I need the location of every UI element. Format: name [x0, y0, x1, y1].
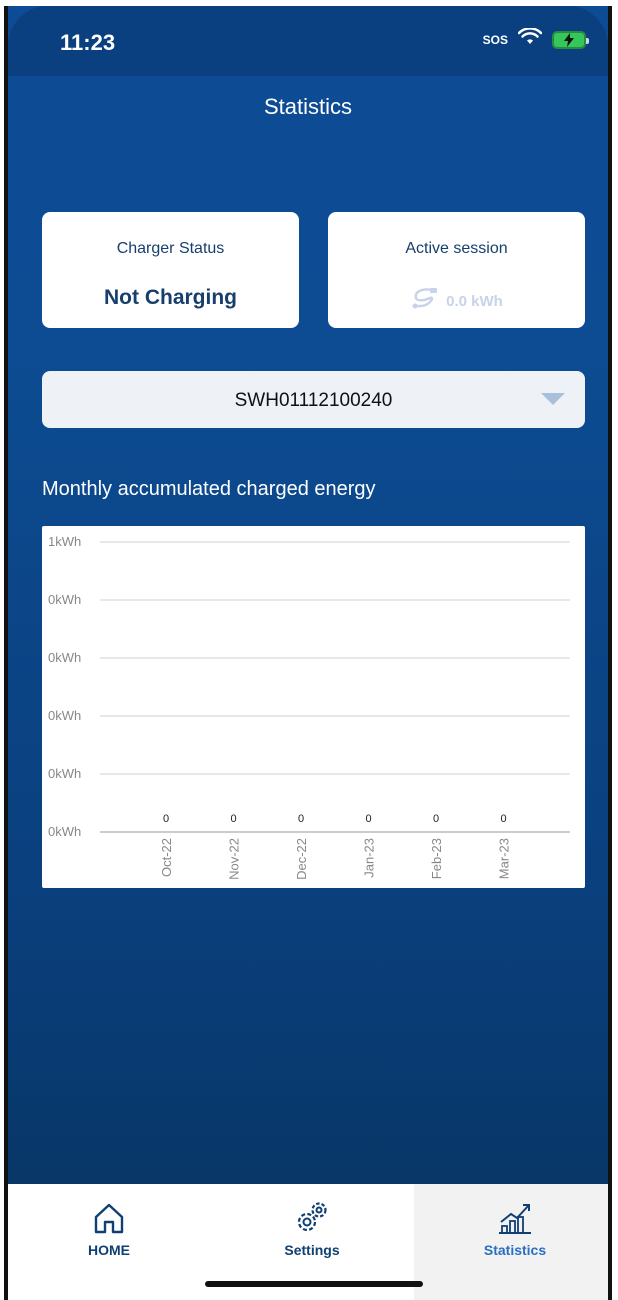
phone-frame: 11:23 SOS Statistics Charger Status Not … — [0, 0, 618, 1300]
x-tick-label: Jan-23 — [362, 838, 377, 878]
chevron-down-icon[interactable] — [541, 393, 565, 405]
y-tick-label: 0kWh — [48, 766, 81, 781]
x-tick-label: Feb-23 — [429, 838, 444, 879]
charging-cable-icon — [410, 286, 440, 316]
wifi-icon — [517, 27, 543, 51]
bar-value-label: 0 — [163, 813, 169, 825]
chart-section-title: Monthly accumulated charged energy — [42, 478, 376, 500]
bar-value-label: 0 — [365, 813, 371, 825]
x-tick-label: Mar-23 — [497, 838, 512, 879]
y-tick-label: 0kWh — [48, 824, 81, 839]
battery-icon — [552, 30, 589, 49]
y-tick-label: 0kWh — [48, 650, 81, 665]
home-icon — [91, 1200, 127, 1241]
tab-statistics-label: Statistics — [483, 1242, 547, 1258]
gear-icon — [292, 1200, 332, 1241]
home-indicator — [205, 1281, 423, 1287]
chart-canvas: 1kWh 0kWh 0kWh 0kWh 0kWh 0kWh 0 Oct-22 0 Nov-22 0 D… — [48, 534, 570, 880]
active-session-row: 0.0 kWh — [328, 286, 585, 316]
active-session-card: Active session 0.0 kWh — [328, 212, 585, 328]
charger-select-dropdown[interactable]: SWH01112100240 — [42, 371, 585, 428]
bar-value-label: 0 — [500, 813, 506, 825]
chart-icon — [497, 1200, 533, 1241]
page-title: Statistics — [263, 94, 353, 119]
energy-chart: 1kWh 0kWh 0kWh 0kWh 0kWh 0kWh 0 Oct-22 0 Nov-22 0 D… — [42, 526, 585, 888]
charger-status-label: Charger Status — [116, 240, 225, 257]
status-time: 11:23 — [60, 30, 116, 55]
tab-home[interactable]: HOME — [8, 1184, 210, 1300]
x-tick-label: Dec-22 — [294, 838, 309, 880]
bar-value-label: 0 — [298, 813, 304, 825]
bar-value-label: 0 — [230, 813, 236, 825]
tab-statistics[interactable]: Statistics — [414, 1184, 608, 1300]
y-tick-label: 0kWh — [48, 708, 81, 723]
status-icons: SOS — [482, 27, 589, 51]
x-tick-label: Oct-22 — [159, 838, 174, 877]
sos-indicator: SOS — [482, 32, 508, 47]
y-tick-label: 1kWh — [48, 534, 81, 549]
tab-home-label: HOME — [88, 1242, 130, 1258]
active-session-label: Active session — [405, 240, 508, 257]
y-tick-label: 0kWh — [48, 592, 81, 607]
charger-select-value: SWH01112100240 — [234, 390, 393, 411]
tab-settings-label: Settings — [284, 1242, 340, 1258]
app-screen: 11:23 SOS Statistics Charger Status Not … — [4, 6, 612, 1300]
status-bar: 11:23 SOS — [8, 6, 608, 76]
x-tick-label: Nov-22 — [227, 838, 242, 880]
charger-status-card: Charger Status Not Charging — [42, 212, 299, 328]
active-session-value: 0.0 kWh — [446, 292, 503, 310]
bar-value-label: 0 — [433, 813, 439, 825]
charger-status-value: Not Charging — [104, 286, 237, 309]
